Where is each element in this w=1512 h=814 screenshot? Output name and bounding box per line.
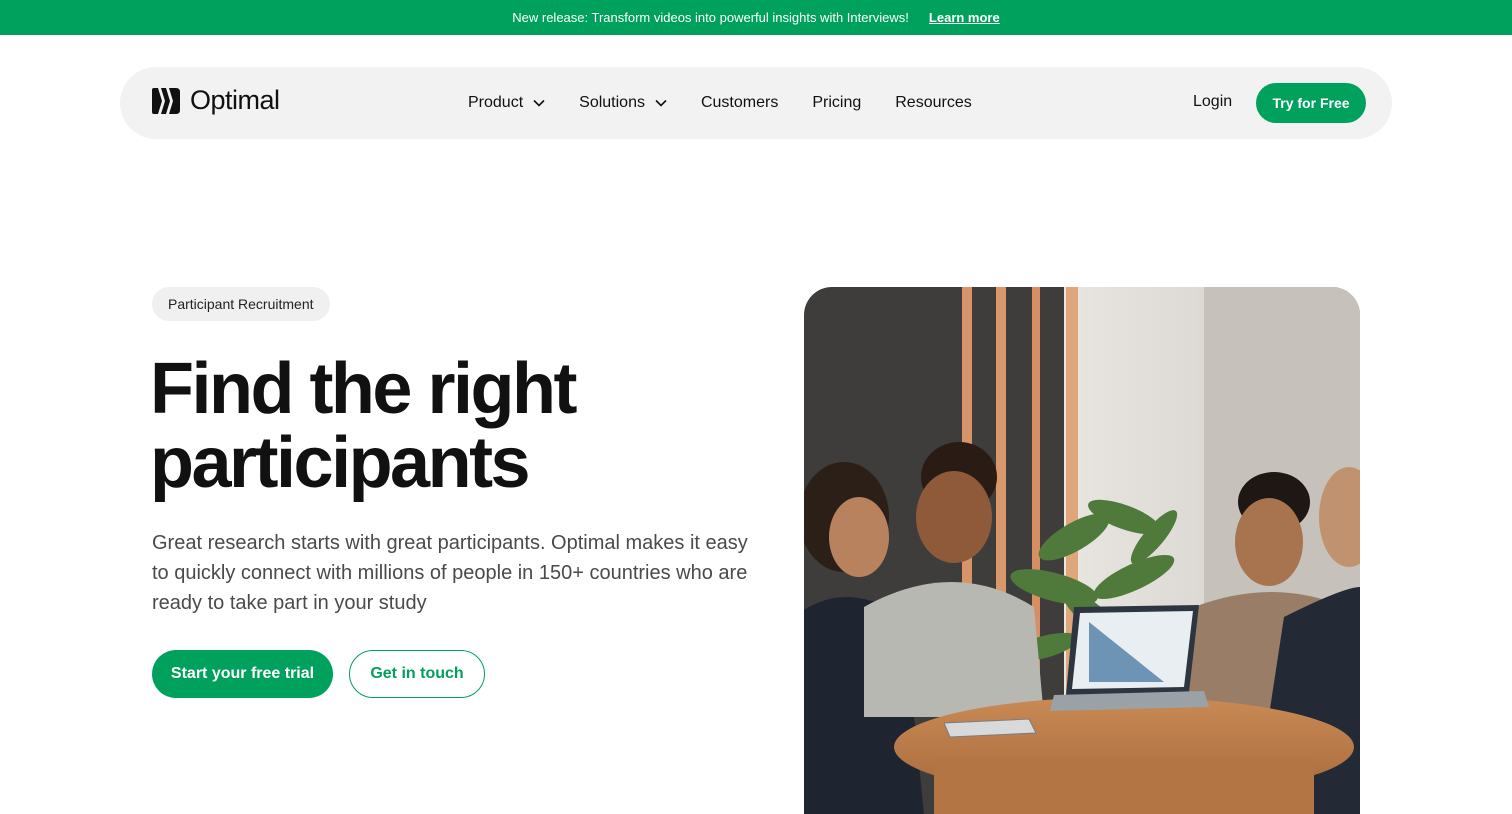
nav-item-customers[interactable]: Customers <box>701 94 778 112</box>
nav-menu: Product Solutions Customers Pricing Reso… <box>468 67 1006 139</box>
nav-item-solutions[interactable]: Solutions <box>579 94 667 112</box>
brand-name: Optimal <box>190 85 280 115</box>
learn-more-link[interactable]: Learn more <box>929 10 1000 25</box>
nav-item-product[interactable]: Product <box>468 94 545 112</box>
nav-item-pricing[interactable]: Pricing <box>812 94 861 112</box>
nav-item-label: Product <box>468 94 524 111</box>
headline-line-1: Find the right <box>150 349 577 429</box>
start-free-trial-button[interactable]: Start your free trial <box>152 650 333 698</box>
nav-item-label: Solutions <box>579 94 645 111</box>
headline-line-2: participants <box>150 423 531 503</box>
optimal-logo-icon <box>152 87 180 114</box>
chevron-down-icon <box>533 99 545 107</box>
banner-text: New release: Transform videos into power… <box>512 10 909 25</box>
brand-logo[interactable]: Optimal <box>152 85 280 116</box>
hero-description: Great research starts with great partici… <box>152 532 748 614</box>
try-for-free-button[interactable]: Try for Free <box>1256 83 1366 123</box>
login-link[interactable]: Login <box>1193 93 1232 111</box>
hero-headline: Find the right participants <box>150 352 770 500</box>
category-tag: Participant Recruitment <box>152 287 330 321</box>
get-in-touch-button[interactable]: Get in touch <box>349 650 485 698</box>
hero-photo <box>804 287 1360 814</box>
nav-item-label: Customers <box>700 94 779 111</box>
chevron-down-icon <box>655 99 667 107</box>
nav-item-label: Resources <box>895 94 972 111</box>
meeting-photo-illustration <box>804 287 1360 814</box>
main-navigation: Optimal Product Solutions Customers Pric… <box>120 67 1392 139</box>
announcement-banner: New release: Transform videos into power… <box>0 0 1512 35</box>
nav-item-label: Pricing <box>812 94 862 111</box>
nav-item-resources[interactable]: Resources <box>895 94 971 112</box>
